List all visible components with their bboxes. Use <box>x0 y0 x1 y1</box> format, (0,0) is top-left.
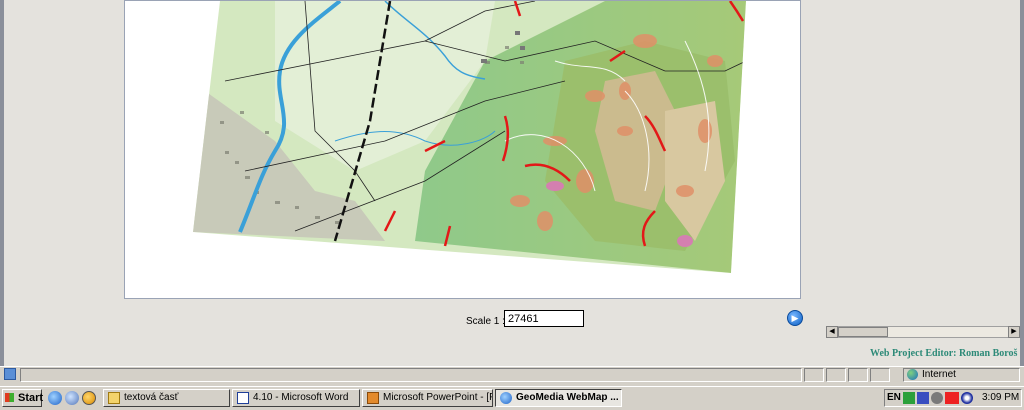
status-panel <box>848 368 868 382</box>
tray-antivirus-icon[interactable] <box>945 392 959 404</box>
taskbar-item-folder[interactable]: textová časť <box>103 389 230 407</box>
map-image[interactable] <box>125 1 800 298</box>
arrow-left-icon: ◀ <box>829 328 835 335</box>
editor-credit: Web Project Editor: Roman Boroš <box>870 348 1018 359</box>
tray-monitor-icon[interactable] <box>917 392 929 404</box>
word-icon <box>237 392 249 404</box>
status-panel <box>870 368 890 382</box>
task-label: textová časť <box>124 392 179 403</box>
taskbar-item-geomedia[interactable]: GeoMedia WebMap ... <box>495 389 622 407</box>
status-panel <box>826 368 846 382</box>
internet-explorer-icon <box>500 392 512 404</box>
taskbar-item-word[interactable]: 4.10 - Microsoft Word <box>232 389 360 407</box>
language-indicator[interactable]: EN <box>887 392 901 403</box>
zone-panel <box>903 368 1020 382</box>
internet-zone-icon <box>907 369 918 380</box>
folder-icon <box>108 392 120 404</box>
taskbar-item-powerpoint[interactable]: Microsoft PowerPoint - [Pr... <box>362 389 493 407</box>
scroll-right-button[interactable]: ▶ <box>1008 326 1020 338</box>
scale-input[interactable] <box>504 310 584 327</box>
outlook-express-icon[interactable] <box>65 391 79 405</box>
task-label: GeoMedia WebMap ... <box>516 392 619 403</box>
scrollbar-thumb[interactable] <box>838 327 888 337</box>
map-frame <box>124 0 801 299</box>
tray-speaker-icon[interactable] <box>931 392 943 404</box>
media-player-icon[interactable] <box>82 391 96 405</box>
task-label: Microsoft PowerPoint - [Pr... <box>383 392 492 403</box>
internet-explorer-icon[interactable] <box>48 391 62 405</box>
scroll-left-button[interactable]: ◀ <box>826 326 838 338</box>
clock[interactable]: 3:09 PM <box>982 392 1019 403</box>
go-arrow-button[interactable]: ▶ <box>787 310 803 326</box>
powerpoint-icon <box>367 392 379 404</box>
arrow-right-icon: ▶ <box>1011 328 1017 335</box>
status-panel <box>804 368 824 382</box>
zone-label: Internet <box>922 369 956 380</box>
window-left-border <box>0 0 4 366</box>
status-text-panel <box>20 368 802 382</box>
page-icon <box>4 368 16 380</box>
windows-logo-icon <box>5 393 14 402</box>
tray-cd-icon[interactable] <box>961 392 973 404</box>
task-label: 4.10 - Microsoft Word <box>253 392 349 403</box>
scale-label: Scale 1 : <box>466 316 505 327</box>
tray-network-icon[interactable] <box>903 392 915 404</box>
window-right-border <box>1020 0 1024 366</box>
arrow-right-icon: ▶ <box>791 313 799 323</box>
